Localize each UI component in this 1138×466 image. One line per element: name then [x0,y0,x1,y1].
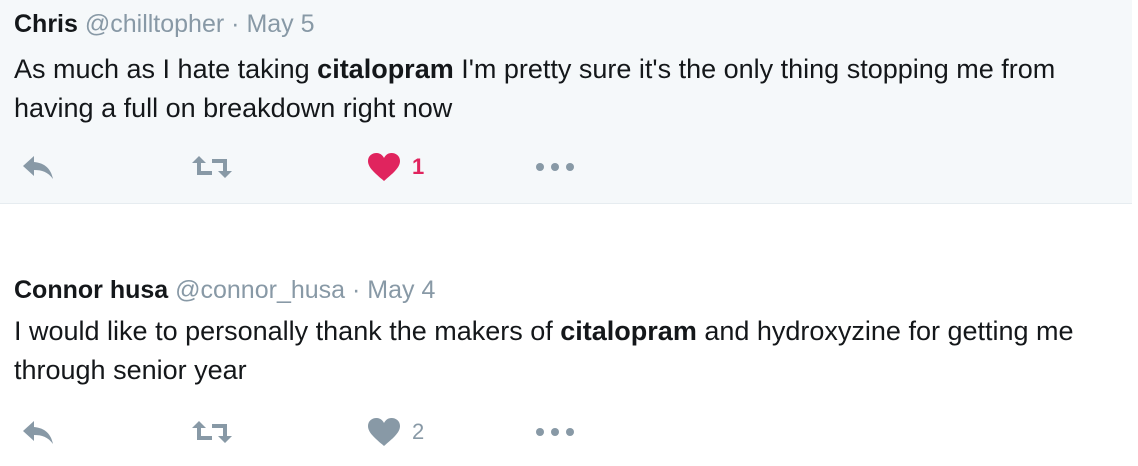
tweet-actions: 1 [0,147,700,187]
like-button[interactable]: 1 [366,147,424,187]
tweet-text-part: I would like to personally thank the mak… [14,316,561,346]
heart-icon [368,153,400,181]
tweet-text-highlight: citalopram [560,316,697,346]
tweet-actions: 2 [0,412,700,452]
like-button[interactable]: 2 [366,412,424,452]
tweet-date[interactable]: May 4 [367,276,435,304]
tweet-text-highlight: citalopram [317,54,454,84]
like-count: 1 [412,154,425,179]
tweet-header: Chris @chilltopher · May 5 [14,9,315,39]
tweet-header: Connor husa @connor_husa · May 4 [14,275,435,305]
reply-button[interactable] [20,147,56,187]
user-name[interactable]: Connor husa [14,276,168,304]
user-name[interactable]: Chris [14,10,78,38]
retweet-button[interactable] [190,412,234,452]
tweet-text-part: As much as I hate taking [14,54,318,84]
reply-button[interactable] [20,412,56,452]
user-handle[interactable]: @chilltopher [85,10,224,38]
retweet-icon [192,156,232,178]
tweet[interactable]: Connor husa @connor_husa · May 4 I would… [0,262,1138,462]
heart-icon [368,418,400,446]
tweet-text: As much as I hate taking citalopram I'm … [14,50,1124,128]
separator: · [231,10,240,38]
reply-icon [23,156,53,179]
user-handle[interactable]: @connor_husa [175,276,345,304]
separator: · [352,276,361,304]
retweet-icon [192,421,232,443]
like-count: 2 [412,419,425,444]
tweet[interactable]: Chris @chilltopher · May 5 As much as I … [0,0,1132,204]
tweet-date[interactable]: May 5 [246,10,314,38]
retweet-button[interactable] [190,147,234,187]
tweet-text: I would like to personally thank the mak… [14,312,1124,390]
reply-icon [23,421,53,444]
more-icon [536,428,574,436]
more-button[interactable] [533,412,577,452]
more-icon [536,163,574,171]
more-button[interactable] [533,147,577,187]
